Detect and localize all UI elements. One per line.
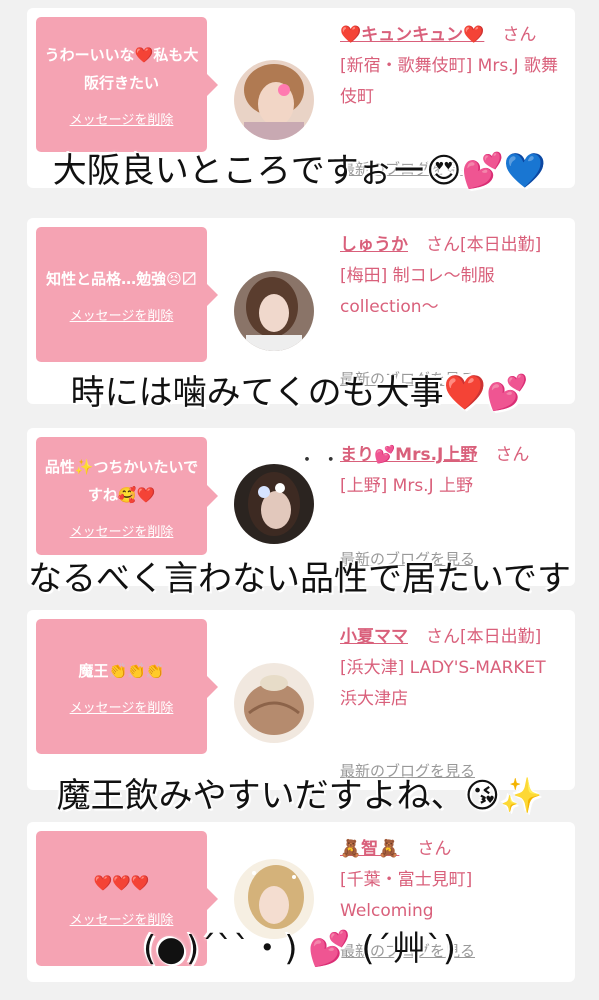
message-card: 魔王👏👏👏 メッセージを削除 小夏ママ さん[本日出勤] [浜大津] LADY'S… <box>27 610 575 790</box>
san-label: さん <box>502 25 537 45</box>
avatar[interactable] <box>234 464 314 544</box>
shop-info: [千葉・富士見町] Welcoming <box>340 870 473 921</box>
shop-info: [梅田] 制コレ〜制服collection〜 <box>340 266 495 317</box>
avatar[interactable] <box>234 859 314 939</box>
shop-info: [上野] Mrs.J 上野 <box>340 476 474 496</box>
delete-message-link[interactable]: メッセージを削除 <box>70 109 174 128</box>
latest-blog-link[interactable]: 最新のブログを見る <box>340 158 475 179</box>
message-card: うわーいいな❤️私も大阪行きたい メッセージを削除 ❤️キュンキュン❤️ さん [… <box>27 8 575 188</box>
girl-name-link[interactable]: しゅうか <box>340 235 408 255</box>
san-label: さん <box>417 839 452 859</box>
latest-blog-link[interactable]: 最新のブログを見る <box>340 548 475 569</box>
girl-name-link[interactable]: ❤️キュンキュン❤️ <box>340 25 484 45</box>
message-text: 知性と品格…勉強😣〼 <box>46 270 197 288</box>
latest-blog-link[interactable]: 最新のブログを見る <box>340 368 475 389</box>
message-card: 知性と品格…勉強😣〼 メッセージを削除 しゅうか さん[本日出勤] [梅田] 制コ… <box>27 218 575 404</box>
message-bubble: うわーいいな❤️私も大阪行きたい メッセージを削除 <box>36 17 218 152</box>
latest-blog-link[interactable]: 最新のブログを見る <box>340 940 475 961</box>
latest-blog-link[interactable]: 最新のブログを見る <box>340 760 475 781</box>
girl-name-link[interactable]: 小夏ママ <box>340 627 408 647</box>
message-text: 品性✨つちかいたいですね🥰❤️ <box>44 457 199 504</box>
avatar[interactable] <box>234 271 314 351</box>
san-label: さん <box>495 445 530 465</box>
message-text: ❤️❤️❤️ <box>93 874 150 892</box>
profile-info: 🧸智🧸 さん [千葉・富士見町] Welcoming <box>340 834 565 927</box>
delete-message-link[interactable]: メッセージを削除 <box>70 305 174 324</box>
avatar[interactable] <box>234 60 314 140</box>
message-card: ❤️❤️❤️ メッセージを削除 🧸智🧸 さん [千葉・富士見町] Welcomin… <box>27 822 575 982</box>
message-bubble: 知性と品格…勉強😣〼 メッセージを削除 <box>36 227 218 362</box>
overlay-dots: ・ ・ <box>298 450 340 471</box>
delete-message-link[interactable]: メッセージを削除 <box>70 909 174 928</box>
girl-name-link[interactable]: 🧸智🧸 <box>340 839 399 859</box>
message-bubble: 品性✨つちかいたいですね🥰❤️ メッセージを削除 <box>36 437 218 555</box>
message-bubble: 魔王👏👏👏 メッセージを削除 <box>36 619 218 754</box>
message-text: 魔王👏👏👏 <box>78 662 165 680</box>
delete-message-link[interactable]: メッセージを削除 <box>70 521 174 540</box>
avatar[interactable] <box>234 663 314 743</box>
profile-info: ❤️キュンキュン❤️ さん [新宿・歌舞伎町] Mrs.J 歌舞伎町 <box>340 20 565 113</box>
girl-name-link[interactable]: まり💕Mrs.J上野 <box>340 445 477 465</box>
delete-message-link[interactable]: メッセージを削除 <box>70 697 174 716</box>
profile-info: まり💕Mrs.J上野 さん [上野] Mrs.J 上野 <box>340 440 565 502</box>
shop-info: [新宿・歌舞伎町] Mrs.J 歌舞伎町 <box>340 56 559 107</box>
san-label: さん[本日出勤] <box>426 627 542 647</box>
message-bubble: ❤️❤️❤️ メッセージを削除 <box>36 831 218 966</box>
san-label: さん[本日出勤] <box>426 235 542 255</box>
shop-info: [浜大津] LADY'S-MARKET 浜大津店 <box>340 658 546 709</box>
profile-info: 小夏ママ さん[本日出勤] [浜大津] LADY'S-MARKET 浜大津店 <box>340 622 565 715</box>
message-text: うわーいいな❤️私も大阪行きたい <box>44 46 199 92</box>
profile-info: しゅうか さん[本日出勤] [梅田] 制コレ〜制服collection〜 <box>340 230 565 323</box>
